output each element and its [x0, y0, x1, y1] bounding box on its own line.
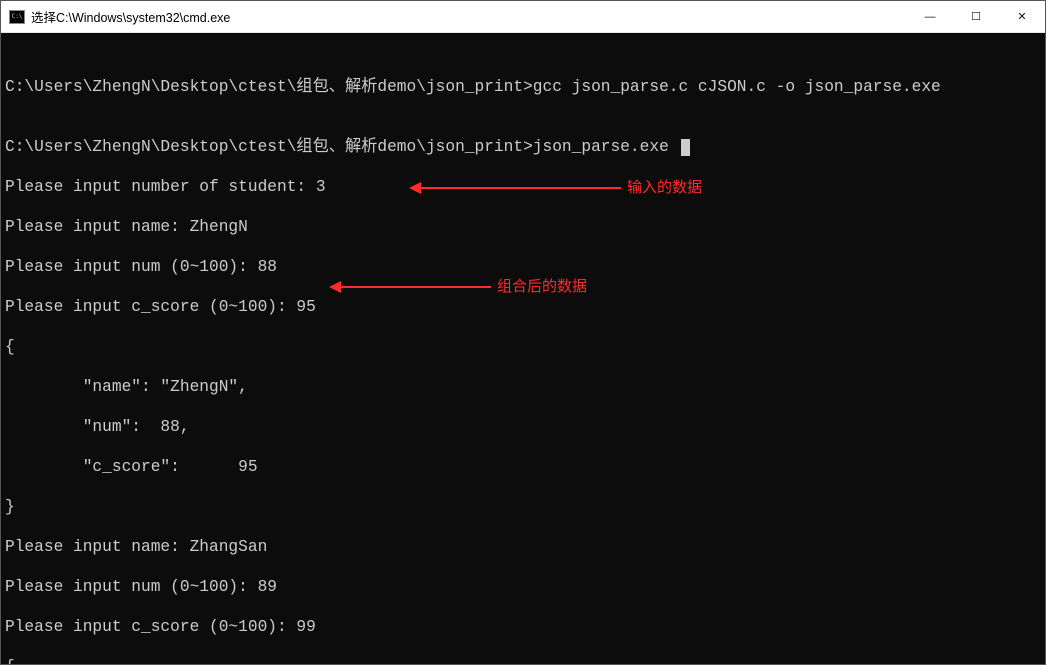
- run-command: C:\Users\ZhengN\Desktop\ctest\组包、解析demo\…: [5, 137, 1041, 157]
- student2-cscore-prompt: Please input c_score (0~100): 99: [5, 617, 1041, 637]
- student1-json-name: "name": "ZhengN",: [5, 377, 1041, 397]
- window-title: 选择C:\Windows\system32\cmd.exe: [31, 7, 230, 26]
- json-close: }: [5, 497, 1041, 517]
- window-titlebar[interactable]: 选择C:\Windows\system32\cmd.exe — ☐ ✕: [1, 1, 1045, 33]
- student1-json-num: "num": 88,: [5, 417, 1041, 437]
- annotation-output-label: 组合后的数据: [497, 277, 587, 297]
- student1-json-cscore: "c_score": 95: [5, 457, 1041, 477]
- student-count-prompt: Please input number of student: 3: [5, 177, 1041, 197]
- minimize-button[interactable]: —: [907, 1, 953, 33]
- json-open: {: [5, 337, 1041, 357]
- student2-num-prompt: Please input num (0~100): 89: [5, 577, 1041, 597]
- cmd-icon: [9, 10, 25, 24]
- student2-name-prompt: Please input name: ZhangSan: [5, 537, 1041, 557]
- terminal-output[interactable]: C:\Users\ZhengN\Desktop\ctest\组包、解析demo\…: [1, 33, 1045, 664]
- cursor-icon: [681, 139, 690, 156]
- compile-command: C:\Users\ZhengN\Desktop\ctest\组包、解析demo\…: [5, 77, 1041, 97]
- maximize-button[interactable]: ☐: [953, 1, 999, 33]
- student1-num-prompt: Please input num (0~100): 88: [5, 257, 1041, 277]
- close-button[interactable]: ✕: [999, 1, 1045, 33]
- annotation-output-data: 组合后的数据: [341, 277, 587, 297]
- student1-name-prompt: Please input name: ZhengN: [5, 217, 1041, 237]
- student1-cscore-prompt: Please input c_score (0~100): 95: [5, 297, 1041, 317]
- cmd-window: 选择C:\Windows\system32\cmd.exe — ☐ ✕ C:\U…: [0, 0, 1046, 665]
- json-open: {: [5, 657, 1041, 664]
- arrow-left-icon: [341, 286, 491, 288]
